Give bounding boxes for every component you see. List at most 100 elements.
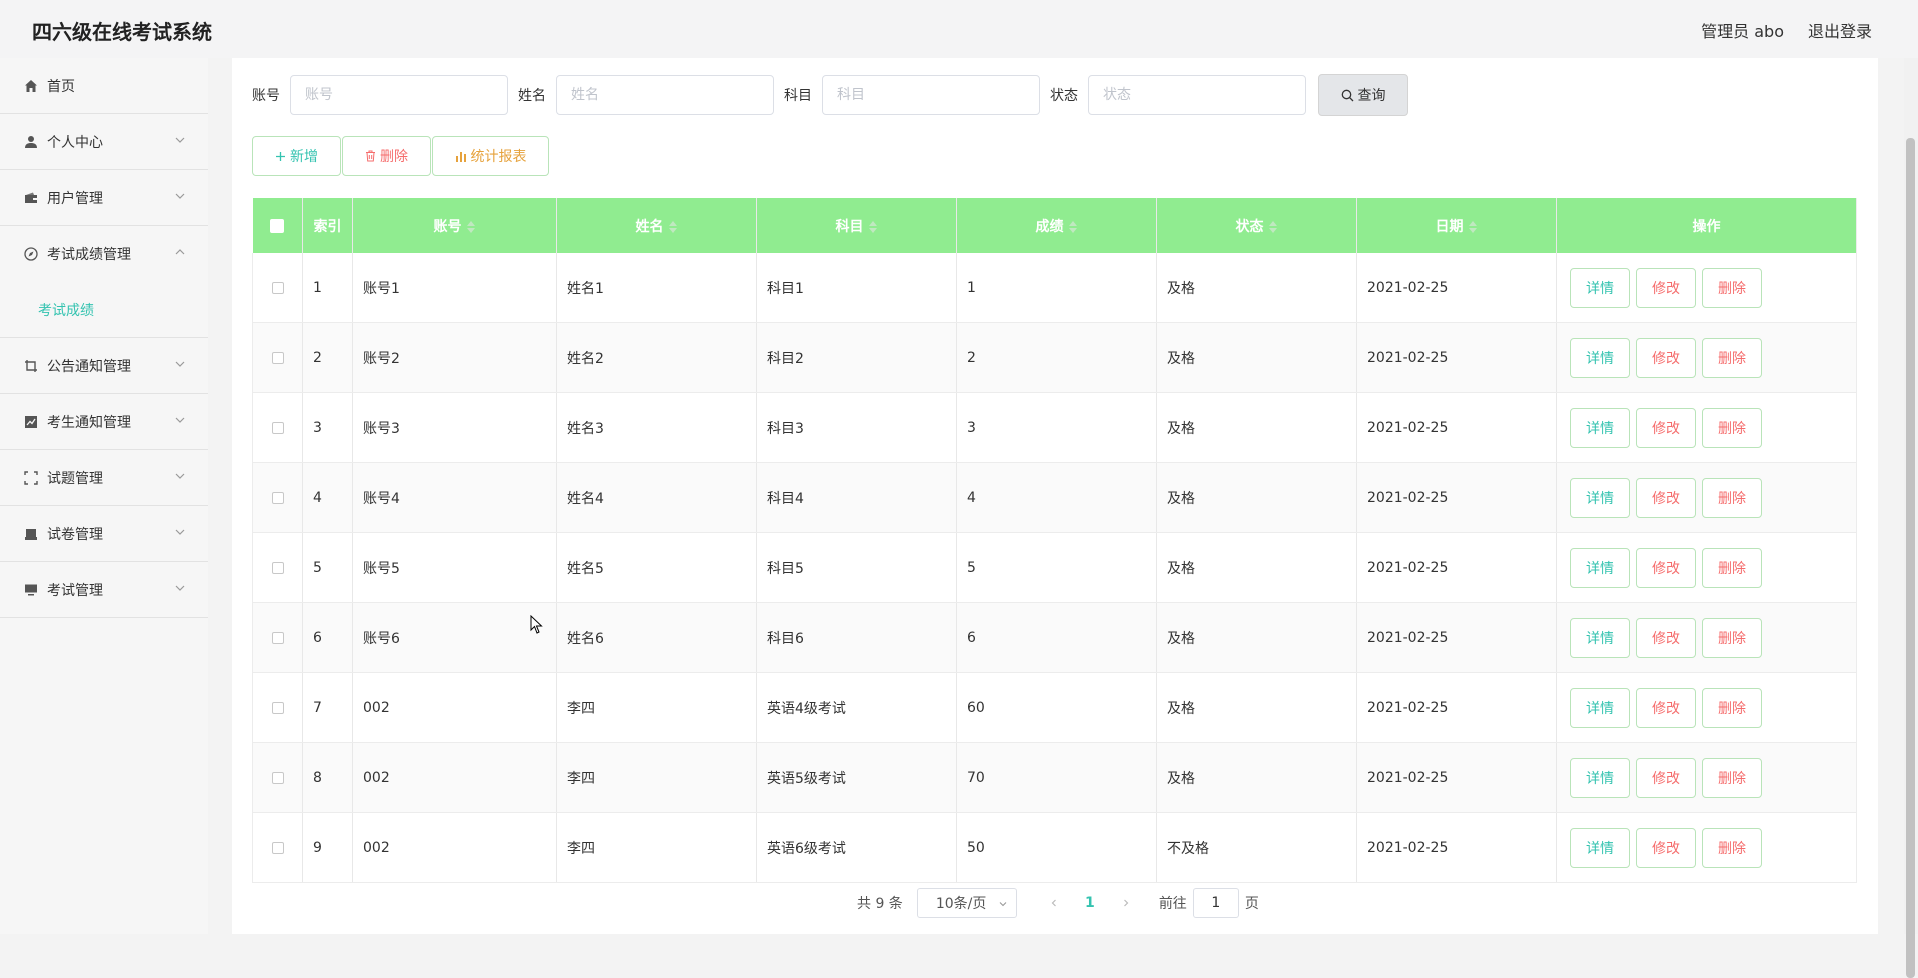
select-all-checkbox[interactable] — [270, 218, 285, 233]
subject-input[interactable] — [822, 75, 1040, 115]
main-content: 账号 姓名 科目 状态 查询 新增 删除 统计报表 — [232, 58, 1878, 934]
scrollbar-thumb[interactable] — [1906, 138, 1915, 978]
edit-button[interactable]: 修改 — [1636, 687, 1696, 728]
sidebar-subitem-exam-score[interactable]: 考试成绩 — [0, 282, 208, 338]
delete-button[interactable]: 删除 — [1702, 337, 1762, 378]
row-checkbox[interactable] — [271, 631, 284, 644]
row-checkbox[interactable] — [271, 351, 284, 364]
cell-actions: 详情 修改 删除 — [1556, 253, 1857, 323]
detail-button[interactable]: 详情 — [1570, 757, 1630, 798]
sort-icon[interactable] — [1068, 220, 1078, 234]
cell-status: 及格 — [1156, 322, 1357, 393]
status-label: 状态 — [1050, 88, 1078, 104]
detail-button[interactable]: 详情 — [1570, 547, 1630, 588]
delete-button[interactable]: 删除 — [1702, 477, 1762, 518]
edit-button[interactable]: 修改 — [1636, 827, 1696, 868]
row-checkbox[interactable] — [271, 491, 284, 504]
row-checkbox[interactable] — [271, 281, 284, 294]
sort-icon[interactable] — [466, 220, 476, 234]
page-size-select[interactable]: 10条/页 — [916, 888, 1017, 918]
cell-name: 李四 — [556, 672, 757, 743]
row-select-cell — [252, 392, 303, 463]
cell-score: 1 — [956, 253, 1157, 323]
cell-name: 姓名3 — [556, 392, 757, 463]
edit-button[interactable]: 修改 — [1636, 267, 1696, 308]
page-scrollbar[interactable] — [1904, 58, 1918, 978]
detail-button[interactable]: 详情 — [1570, 267, 1630, 308]
sidebar-item-home[interactable]: 首页 — [0, 58, 208, 114]
chevron-down-icon — [175, 137, 185, 143]
cell-actions: 详情 修改 删除 — [1556, 742, 1857, 813]
edit-button[interactable]: 修改 — [1636, 407, 1696, 448]
detail-button[interactable]: 详情 — [1570, 337, 1630, 378]
column-header-subject[interactable]: 科目 — [756, 198, 957, 253]
cell-score: 3 — [956, 392, 1157, 463]
cell-status: 不及格 — [1156, 812, 1357, 883]
page-number-current[interactable]: 1 — [1073, 895, 1107, 911]
row-checkbox[interactable] — [271, 841, 284, 854]
cell-account: 账号3 — [352, 392, 557, 463]
query-button[interactable]: 查询 — [1318, 74, 1408, 116]
page-suffix-label: 页 — [1244, 896, 1259, 912]
batch-delete-button[interactable]: 删除 — [342, 136, 431, 176]
sidebar-item-exam-management[interactable]: 考试管理 — [0, 562, 208, 618]
edit-button[interactable]: 修改 — [1636, 477, 1696, 518]
printer-icon — [24, 527, 38, 541]
sort-icon[interactable] — [668, 220, 678, 234]
sidebar-item-examinee-notice-management[interactable]: 考生通知管理 — [0, 394, 208, 450]
delete-button[interactable]: 删除 — [1702, 547, 1762, 588]
name-label: 姓名 — [518, 88, 546, 104]
column-header-account[interactable]: 账号 — [352, 198, 557, 253]
row-checkbox[interactable] — [271, 421, 284, 434]
column-header-score[interactable]: 成绩 — [956, 198, 1157, 253]
status-input[interactable] — [1088, 75, 1306, 115]
delete-button[interactable]: 删除 — [1702, 407, 1762, 448]
sidebar-item-exam-score-management[interactable]: 考试成绩管理 — [0, 226, 208, 282]
sort-icon[interactable] — [1268, 220, 1278, 234]
delete-button[interactable]: 删除 — [1702, 267, 1762, 308]
goto-page-input[interactable] — [1192, 888, 1239, 918]
detail-button[interactable]: 详情 — [1570, 687, 1630, 728]
row-checkbox[interactable] — [271, 771, 284, 784]
sidebar-item-user-management[interactable]: 用户管理 — [0, 170, 208, 226]
cell-actions: 详情 修改 删除 — [1556, 602, 1857, 673]
edit-button[interactable]: 修改 — [1636, 757, 1696, 798]
sort-icon[interactable] — [1468, 220, 1478, 234]
statistics-report-button[interactable]: 统计报表 — [432, 136, 549, 176]
detail-button[interactable]: 详情 — [1570, 407, 1630, 448]
row-checkbox[interactable] — [271, 701, 284, 714]
sidebar-item-label: 试卷管理 — [47, 526, 103, 543]
page-size-value: 10条/页 — [935, 896, 987, 912]
cell-index: 2 — [302, 322, 353, 393]
logout-link[interactable]: 退出登录 — [1808, 18, 1872, 42]
sort-icon[interactable] — [868, 220, 878, 234]
next-page-button[interactable] — [1111, 888, 1141, 918]
account-input[interactable] — [290, 75, 508, 115]
delete-button[interactable]: 删除 — [1702, 757, 1762, 798]
detail-button[interactable]: 详情 — [1570, 477, 1630, 518]
delete-button[interactable]: 删除 — [1702, 617, 1762, 658]
sidebar-item-announcement-management[interactable]: 公告通知管理 — [0, 338, 208, 394]
statistics-report-button-label: 统计报表 — [470, 149, 527, 165]
bar-chart-icon — [455, 151, 466, 162]
detail-button[interactable]: 详情 — [1570, 827, 1630, 868]
cell-status: 及格 — [1156, 742, 1357, 813]
sidebar-item-paper-management[interactable]: 试卷管理 — [0, 506, 208, 562]
detail-button[interactable]: 详情 — [1570, 617, 1630, 658]
delete-button[interactable]: 删除 — [1702, 687, 1762, 728]
column-header-name[interactable]: 姓名 — [556, 198, 757, 253]
sidebar-item-question-management[interactable]: 试题管理 — [0, 450, 208, 506]
cell-index: 8 — [302, 742, 353, 813]
add-button[interactable]: 新增 — [252, 136, 341, 176]
sidebar-item-personal-center[interactable]: 个人中心 — [0, 114, 208, 170]
column-header-status[interactable]: 状态 — [1156, 198, 1357, 253]
edit-button[interactable]: 修改 — [1636, 337, 1696, 378]
prev-page-button[interactable] — [1039, 888, 1069, 918]
name-input[interactable] — [556, 75, 774, 115]
delete-button[interactable]: 删除 — [1702, 827, 1762, 868]
column-header-date[interactable]: 日期 — [1356, 198, 1557, 253]
wallet-icon — [24, 191, 38, 205]
edit-button[interactable]: 修改 — [1636, 547, 1696, 588]
edit-button[interactable]: 修改 — [1636, 617, 1696, 658]
row-checkbox[interactable] — [271, 561, 284, 574]
